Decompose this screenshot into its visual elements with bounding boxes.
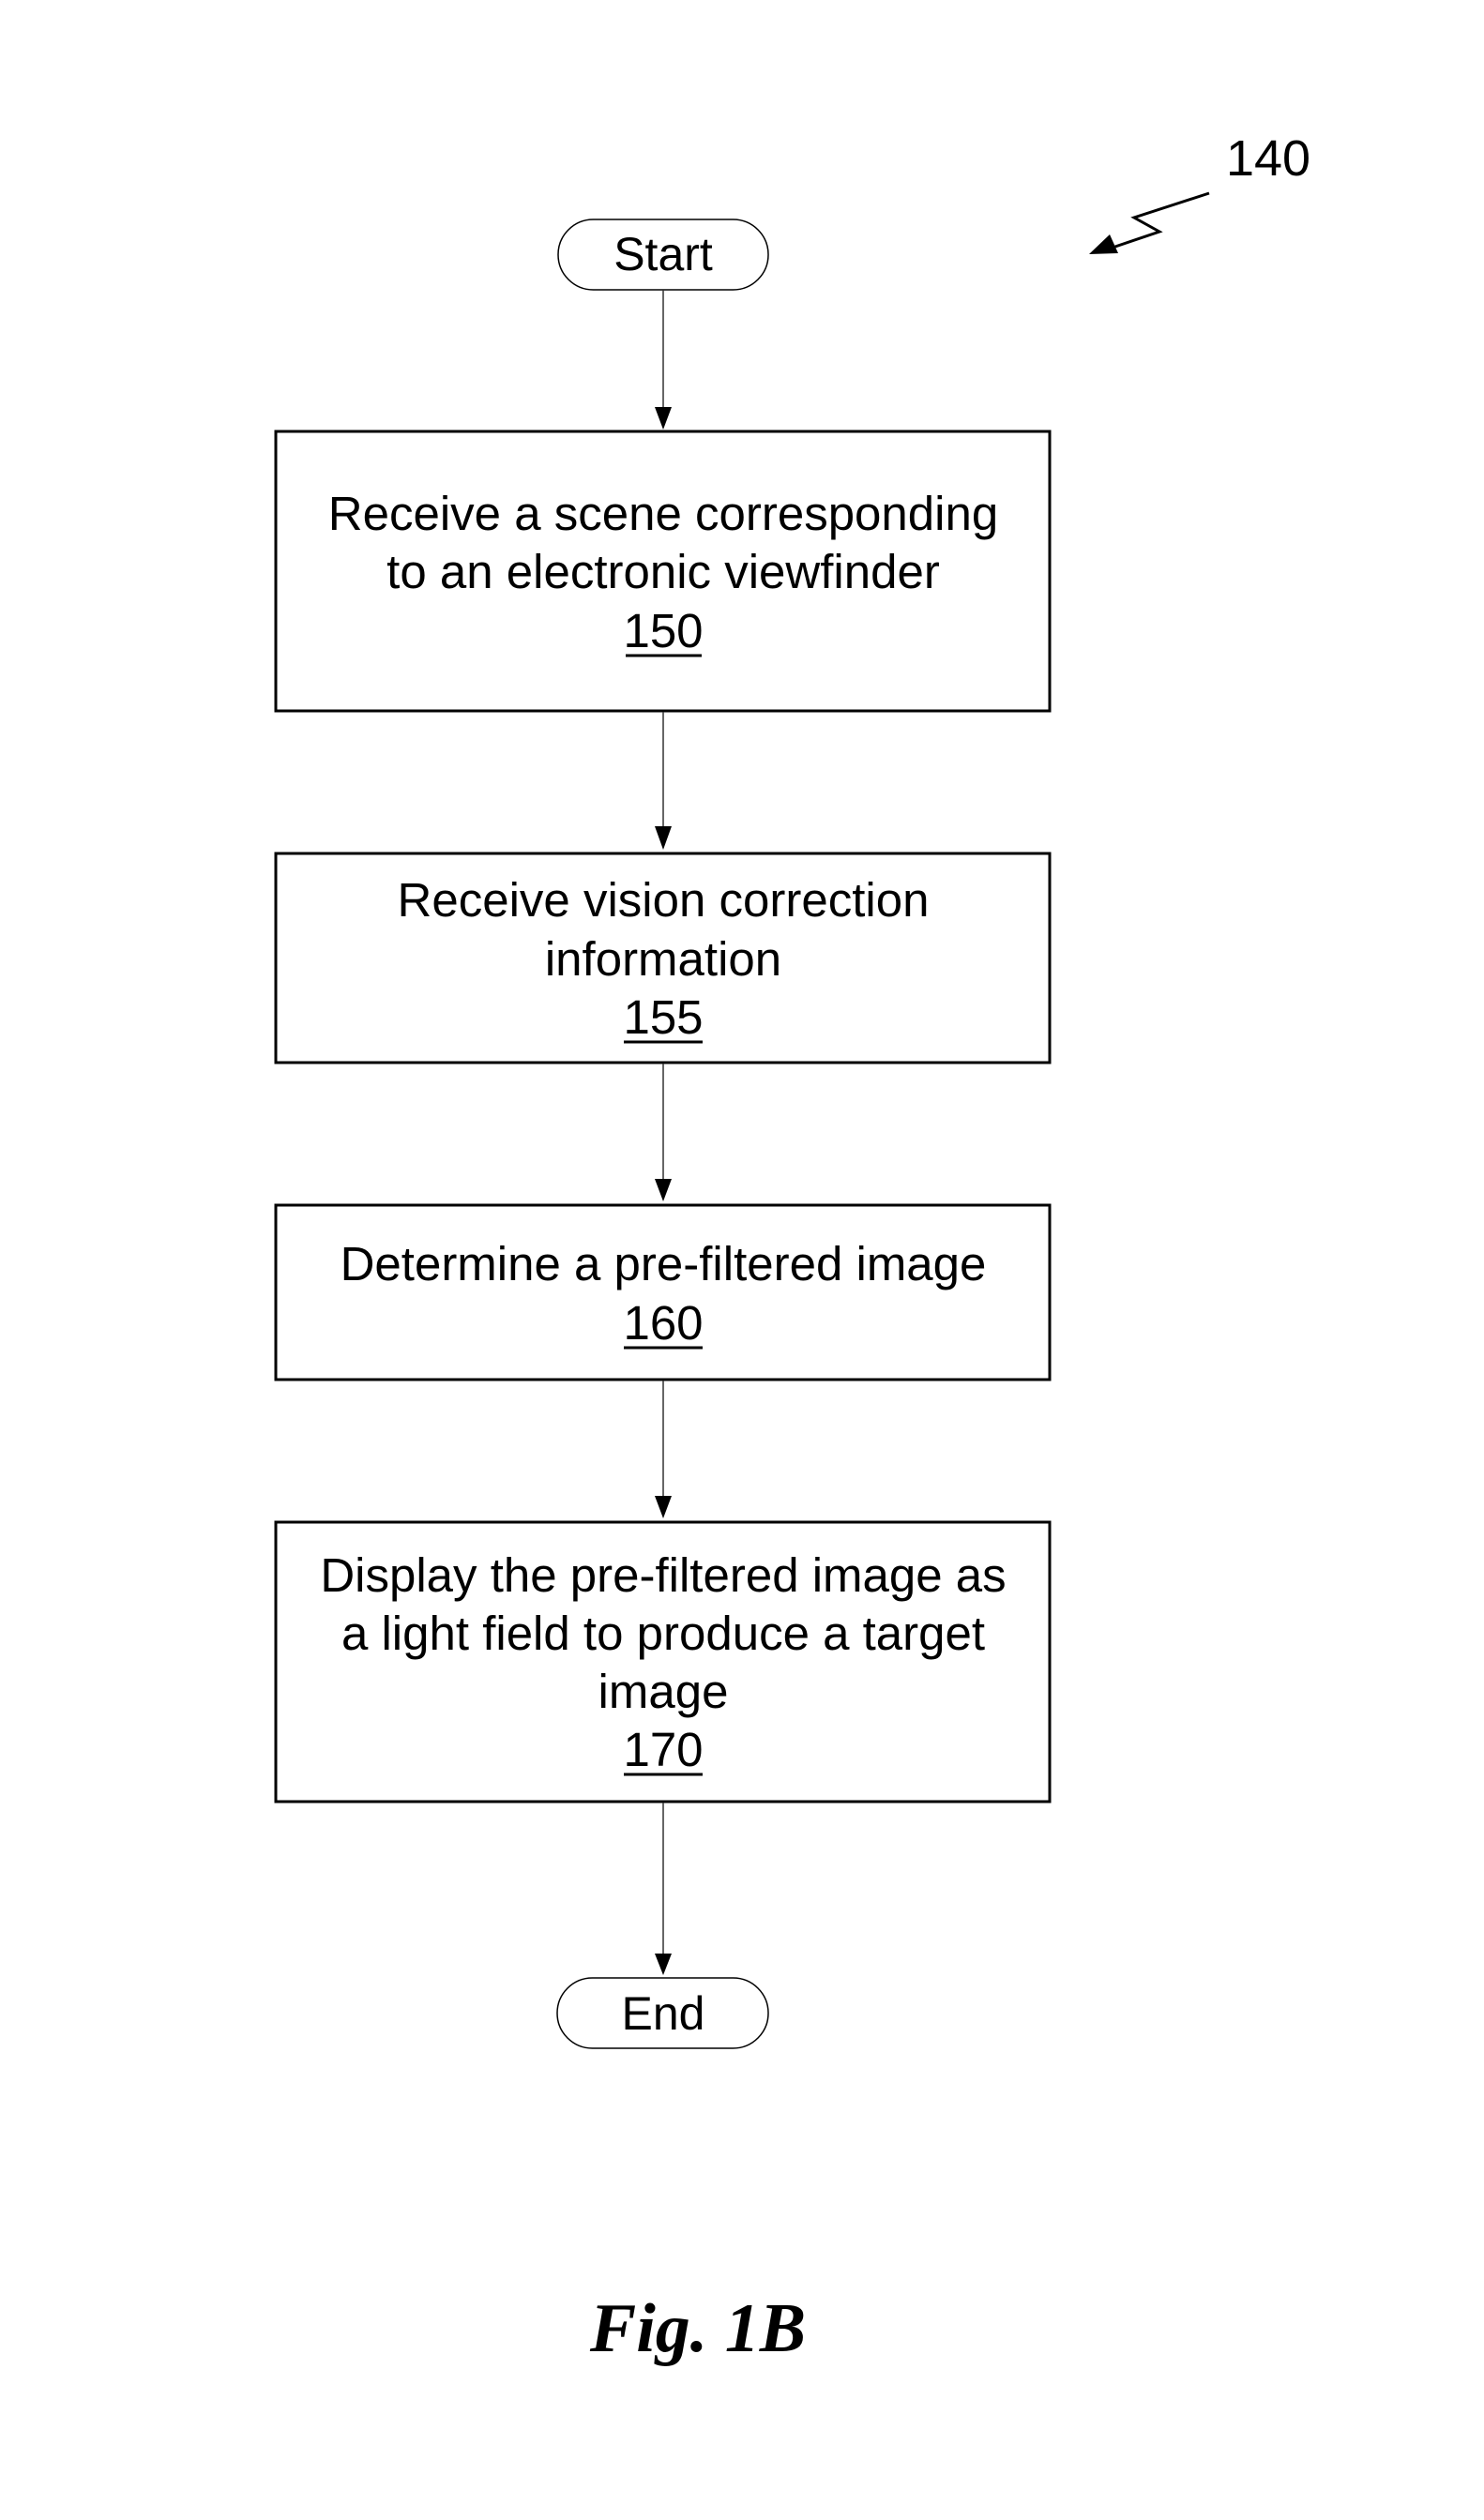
step-box-160: Determine a pre-filtered image 160 xyxy=(274,1203,1052,1381)
connector-150-155 xyxy=(655,712,672,850)
step-ref-number: 170 xyxy=(623,1723,703,1776)
step-text-line: Determine a pre-filtered image xyxy=(341,1237,987,1290)
step-box-shape xyxy=(274,1203,1052,1381)
step-text-line: image xyxy=(598,1665,729,1718)
step-text-line: Receive vision correction xyxy=(398,873,930,927)
connector-160-170 xyxy=(655,1381,672,1518)
figure-caption: Fig. 1B xyxy=(589,2290,806,2367)
step-ref-number: 160 xyxy=(623,1296,703,1350)
connector-155-160 xyxy=(655,1064,672,1201)
step-box-155: Receive vision correction information 15… xyxy=(274,852,1052,1064)
start-label: Start xyxy=(613,228,713,280)
step-text-line: Receive a scene corresponding xyxy=(328,487,998,540)
end-label: End xyxy=(622,1987,705,2040)
step-box-150: Receive a scene corresponding to an elec… xyxy=(274,430,1052,713)
flowchart-figure: 140 Start Receive a scene corresponding … xyxy=(274,130,1310,2367)
end-terminal: End xyxy=(556,1977,769,2049)
reference-label: 140 xyxy=(1226,130,1310,187)
start-terminal: Start xyxy=(557,219,769,291)
step-ref-number: 150 xyxy=(623,604,703,657)
step-ref-number: 155 xyxy=(623,990,703,1044)
arrow-down-icon xyxy=(655,1496,672,1518)
step-text-line: a light field to produce a target xyxy=(341,1607,985,1660)
connector-170-end xyxy=(655,1803,672,1975)
arrow-down-icon xyxy=(655,826,672,850)
step-text-line: to an electronic viewfinder xyxy=(386,545,940,598)
connector-start-150 xyxy=(655,290,672,430)
figure-reference: 140 xyxy=(1089,130,1310,254)
step-box-170: Display the pre-filtered image as a ligh… xyxy=(274,1520,1052,1803)
step-text-line: Display the pre-filtered image as xyxy=(320,1548,1006,1602)
reference-leader-line xyxy=(1106,191,1210,251)
reference-arrowhead-icon xyxy=(1089,234,1118,254)
arrow-down-icon xyxy=(655,1179,672,1201)
arrow-down-icon xyxy=(655,1954,672,1975)
step-text-line: information xyxy=(545,932,781,986)
arrow-down-icon xyxy=(655,407,672,430)
